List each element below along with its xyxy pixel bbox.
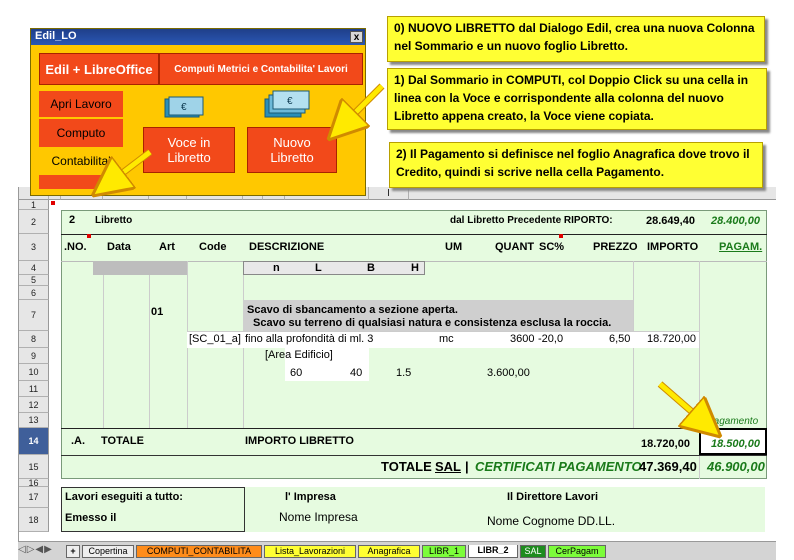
annotation-arrows xyxy=(0,83,794,560)
arrow-to-voce xyxy=(108,150,152,184)
arrow-to-nuovo-libretto xyxy=(342,84,384,126)
arrow-to-pagamento xyxy=(658,382,706,424)
